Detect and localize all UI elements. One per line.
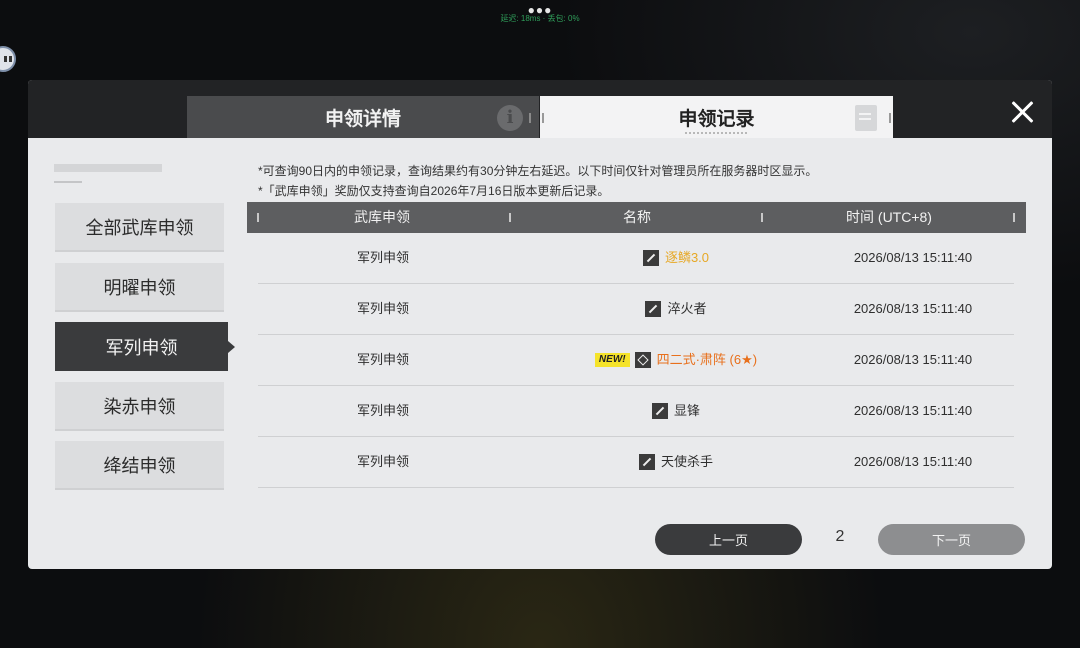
claim-record-modal: 申领详情 i 申领记录 全部武库申领 明曜申领 军列申领 染赤申领 绛结申领 *…: [28, 80, 1052, 569]
tab-claim-records[interactable]: 申领记录: [540, 96, 893, 138]
sidebar-item-mingyao[interactable]: 明曜申领: [55, 263, 224, 312]
sidebar-decoration: [54, 164, 162, 172]
info-icon: i: [497, 105, 523, 131]
cell-time: 2026/08/13 15:11:40: [853, 352, 973, 367]
cell-item-name: 逐鳞3.0: [521, 233, 831, 283]
header-divider: [509, 213, 511, 222]
cell-armory-type: 军列申领: [356, 454, 409, 469]
tab-divider: [542, 113, 544, 123]
sidebar-item-label: 绛结申领: [103, 455, 176, 476]
more-dots-icon[interactable]: ●●●: [528, 3, 553, 17]
modal-header: 申领详情 i 申领记录: [28, 80, 1052, 138]
column-header-name: 名称: [623, 209, 651, 225]
cell-time: 2026/08/13 15:11:40: [853, 454, 973, 469]
sidebar-item-label: 染赤申领: [103, 396, 176, 417]
cell-item-name: 显锋: [521, 386, 831, 436]
header-divider: [761, 213, 763, 222]
sidebar-item-ranchi[interactable]: 染赤申领: [55, 382, 224, 431]
next-page-label: 下一页: [931, 533, 971, 548]
weapon-icon: [651, 402, 668, 419]
tab-underline: [685, 132, 747, 134]
cell-item-name: 天使杀手: [521, 437, 831, 487]
item-name-text: 显锋: [673, 403, 700, 418]
document-icon: [855, 105, 877, 131]
cell-time: 2026/08/13 15:11:40: [853, 301, 973, 316]
sidebar-item-all-armory[interactable]: 全部武库申领: [55, 203, 224, 252]
cell-time: 2026/08/13 15:11:40: [853, 403, 973, 418]
previous-page-label: 上一页: [708, 533, 748, 548]
sidebar-item-jiangjie[interactable]: 绛结申领: [55, 441, 224, 490]
item-name-text: 淬火者: [667, 301, 707, 316]
tab-divider: [889, 113, 891, 123]
weapon-icon: [645, 300, 662, 317]
next-page-button[interactable]: 下一页: [878, 524, 1025, 555]
page-number: 2: [835, 528, 845, 545]
status-dots: ●●●: [0, 3, 1080, 20]
sidebar-decoration: [54, 181, 82, 183]
item-name-text: 逐鳞3.0: [664, 250, 710, 265]
weapon-icon: [638, 453, 655, 470]
cell-armory-type: 军列申领: [356, 301, 409, 316]
table-row: 军列申领 逐鳞3.0 2026/08/13 15:11:40: [258, 233, 1014, 284]
new-badge: NEW!: [594, 352, 630, 367]
cell-time: 2026/08/13 15:11:40: [853, 250, 973, 265]
table-row: 军列申领 显锋 2026/08/13 15:11:40: [258, 386, 1014, 437]
table-row: 军列申领 淬火者 2026/08/13 15:11:40: [258, 284, 1014, 335]
table-header: 武库申领 名称 时间 (UTC+8): [247, 202, 1026, 233]
table-row: 军列申领 NEW! 四二式·肃阵 (6★) 2026/08/13 15:11:40: [258, 335, 1014, 386]
sidebar-item-label: 全部武库申领: [85, 217, 194, 238]
header-divider: [1013, 213, 1015, 222]
column-header-time: 时间 (UTC+8): [846, 209, 932, 225]
operator-icon: [634, 351, 651, 368]
cell-item-name: 淬火者: [521, 284, 831, 334]
column-header-armory: 武库申领: [354, 209, 410, 225]
sidebar-item-label: 明曜申领: [103, 277, 176, 298]
cell-item-name: NEW! 四二式·肃阵 (6★): [521, 335, 831, 385]
sidebar-item-label: 军列申领: [105, 337, 178, 358]
table-row: 军列申领 天使杀手 2026/08/13 15:11:40: [258, 437, 1014, 488]
previous-page-button[interactable]: 上一页: [655, 524, 802, 555]
tab-claim-details[interactable]: 申领详情 i: [187, 96, 539, 138]
item-name-text: 天使杀手: [660, 454, 713, 469]
item-name-text: 四二式·肃阵 (6★): [656, 352, 758, 367]
weapon-icon: [642, 249, 659, 266]
tab-claim-records-label: 申领记录: [678, 108, 755, 130]
query-note: *可查询90日内的申领记录，查询结果约有30分钟左右延迟。以下时间仅针对管理员所…: [258, 164, 818, 178]
sidebar-item-junlie[interactable]: 军列申领: [55, 322, 235, 371]
cell-armory-type: 军列申领: [356, 403, 409, 418]
tab-claim-details-label: 申领详情: [324, 108, 401, 130]
header-divider: [257, 213, 259, 222]
cell-armory-type: 军列申领: [356, 250, 409, 265]
armory-note: *「武库申领」奖励仅支持查询自2026年7月16日版本更新后记录。: [258, 184, 610, 198]
tab-divider: [529, 113, 531, 123]
close-icon[interactable]: [1010, 100, 1034, 124]
cell-armory-type: 军列申领: [356, 352, 409, 367]
